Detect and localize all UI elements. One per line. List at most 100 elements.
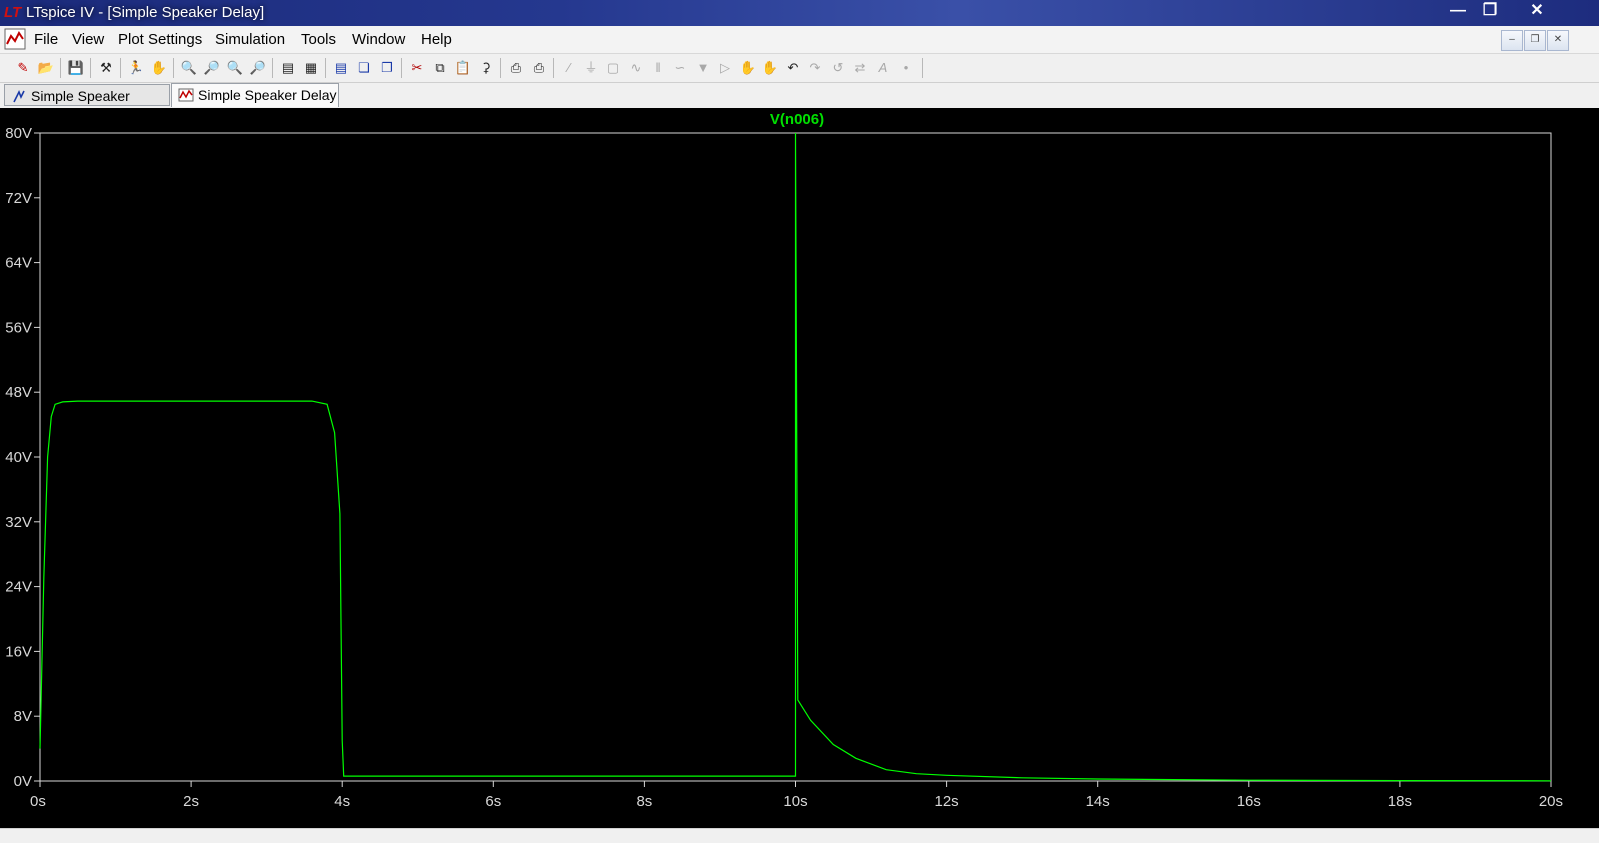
title-bar: LT LTspice IV - [Simple Speaker Delay] —… [0, 0, 1599, 26]
maximize-button[interactable]: ❐ [1472, 0, 1508, 22]
toolbar-separator [401, 58, 402, 78]
mdi-minimize-button[interactable]: – [1501, 30, 1523, 51]
ground-icon[interactable]: ⏚ [582, 59, 600, 77]
toolbar-separator [272, 58, 273, 78]
toolbar-separator [60, 58, 61, 78]
mdi-close-button[interactable]: ✕ [1547, 30, 1569, 51]
y-tick-label: 24V [5, 579, 32, 596]
cursor-icon[interactable]: ▦ [302, 59, 320, 77]
toolbar-separator [173, 58, 174, 78]
x-tick-label: 16s [1237, 793, 1261, 810]
window-title: LTspice IV - [Simple Speaker Delay] [26, 4, 265, 21]
x-tick-label: 4s [334, 793, 350, 810]
menu-plot-settings[interactable]: Plot Settings [118, 31, 202, 48]
tab-waveform[interactable]: Simple Speaker Delay [171, 83, 339, 107]
y-tick-label: 56V [5, 319, 32, 336]
drag-hand-icon[interactable]: ✋ [761, 59, 779, 77]
autorange-icon[interactable]: ▤ [279, 59, 297, 77]
x-tick-label: 12s [935, 793, 959, 810]
y-tick-label: 32V [5, 514, 32, 531]
y-tick-label: 16V [5, 643, 32, 660]
x-tick-label: 14s [1086, 793, 1110, 810]
save-icon[interactable]: 💾 [67, 59, 85, 77]
find-icon[interactable]: ⚳ [477, 59, 495, 77]
spice-directive-icon[interactable]: • [897, 59, 915, 77]
y-tick-label: 64V [5, 255, 32, 272]
y-tick-label: 0V [14, 773, 32, 790]
tab-label: Simple Speaker Delay [198, 87, 337, 103]
zoom-in-icon[interactable]: 🔍 [180, 59, 198, 77]
menu-view[interactable]: View [72, 31, 104, 48]
zoom-area-icon[interactable]: 🔎 [203, 59, 221, 77]
x-tick-label: 8s [636, 793, 652, 810]
text-icon[interactable]: A [874, 59, 892, 77]
cascade-icon[interactable]: ❐ [378, 59, 396, 77]
tile-vertical-icon[interactable]: ❏ [355, 59, 373, 77]
print-icon[interactable]: ⎙ [530, 59, 548, 77]
y-axis: 0V 8V 16V 24V 32V 40V 48V 56V 64V 72V 80V [5, 125, 40, 790]
capacitor-icon[interactable]: ‖ [649, 59, 667, 77]
x-tick-label: 2s [183, 793, 199, 810]
mirror-icon[interactable]: ⇄ [851, 59, 869, 77]
x-tick-label: 6s [485, 793, 501, 810]
y-tick-label: 40V [5, 449, 32, 466]
new-schematic-icon[interactable]: ✎ [14, 59, 32, 77]
menu-file[interactable]: File [34, 31, 58, 48]
document-tabs: Simple Speaker Delay Simple Speaker Dela… [0, 83, 1599, 126]
diode-icon[interactable]: ▼ [694, 59, 712, 77]
trace-v-n006[interactable] [39, 132, 1552, 782]
zoom-out-icon[interactable]: 🔍 [226, 59, 244, 77]
menu-window[interactable]: Window [352, 31, 405, 48]
cut-icon[interactable]: ✂ [408, 59, 426, 77]
ltspice-logo-icon: LT [4, 4, 22, 21]
y-tick-label: 80V [5, 125, 32, 142]
tab-schematic[interactable]: Simple Speaker Delay [4, 84, 170, 126]
trace-title[interactable]: V(n006) [770, 111, 824, 128]
undo-icon[interactable]: ↶ [784, 59, 802, 77]
minimize-button[interactable]: — [1440, 0, 1476, 22]
waveform-plot-pane[interactable]: V(n006) 0V 8V 16V 24V 32V 40V 48V 56V 64V 72V 80V … [0, 108, 1599, 828]
waveform-icon [178, 88, 194, 102]
waveform-window-icon[interactable] [4, 28, 26, 50]
x-tick-label: 0s [30, 793, 46, 810]
y-tick-label: 48V [5, 384, 32, 401]
status-bar [0, 828, 1599, 843]
close-button[interactable]: ✕ [1519, 0, 1555, 22]
toolbar-separator [325, 58, 326, 78]
toolbar: ✎ 📂 💾 ⚒ 🏃 ✋ 🔍 🔎 🔍 🔎 ▤ ▦ ▤ ❏ ❐ ✂ ⧉ 📋 ⚳ ⎙ … [0, 54, 1599, 83]
paste-icon[interactable]: 📋 [454, 59, 472, 77]
menu-simulation[interactable]: Simulation [215, 31, 285, 48]
x-tick-label: 20s [1539, 793, 1563, 810]
move-hand-icon[interactable]: ✋ [739, 59, 757, 77]
y-tick-label: 8V [14, 708, 32, 725]
run-icon[interactable]: 🏃 [127, 59, 145, 77]
control-panel-icon[interactable]: ⚒ [97, 59, 115, 77]
toolbar-separator [922, 58, 923, 78]
y-tick-label: 72V [5, 190, 32, 207]
toolbar-separator [120, 58, 121, 78]
toolbar-separator [553, 58, 554, 78]
menu-tools[interactable]: Tools [301, 31, 336, 48]
menu-help[interactable]: Help [421, 31, 452, 48]
inductor-icon[interactable]: ∽ [671, 59, 689, 77]
rotate-icon[interactable]: ↺ [829, 59, 847, 77]
tile-horizontal-icon[interactable]: ▤ [332, 59, 350, 77]
label-net-icon[interactable]: ▢ [604, 59, 622, 77]
resistor-icon[interactable]: ∿ [627, 59, 645, 77]
copy-icon[interactable]: ⧉ [431, 59, 449, 77]
schematic-icon [13, 90, 25, 103]
wire-icon[interactable]: ∕ [560, 59, 578, 77]
print-preview-icon[interactable]: ⎙ [507, 59, 525, 77]
x-tick-label: 18s [1388, 793, 1412, 810]
component-icon[interactable]: ▷ [716, 59, 734, 77]
toolbar-separator [90, 58, 91, 78]
open-folder-icon[interactable]: 📂 [37, 59, 55, 77]
mdi-restore-button[interactable]: ❐ [1524, 30, 1546, 51]
x-tick-label: 10s [783, 793, 807, 810]
toolbar-separator [500, 58, 501, 78]
waveform-chart[interactable]: V(n006) 0V8V16V24V32V40V48V56V64V72V80V … [0, 108, 1599, 828]
redo-icon[interactable]: ↷ [806, 59, 824, 77]
pan-hand-icon[interactable]: ✋ [150, 59, 168, 77]
zoom-fit-icon[interactable]: 🔎 [249, 59, 267, 77]
menu-bar: File View Plot Settings Simulation Tools… [0, 26, 1599, 54]
